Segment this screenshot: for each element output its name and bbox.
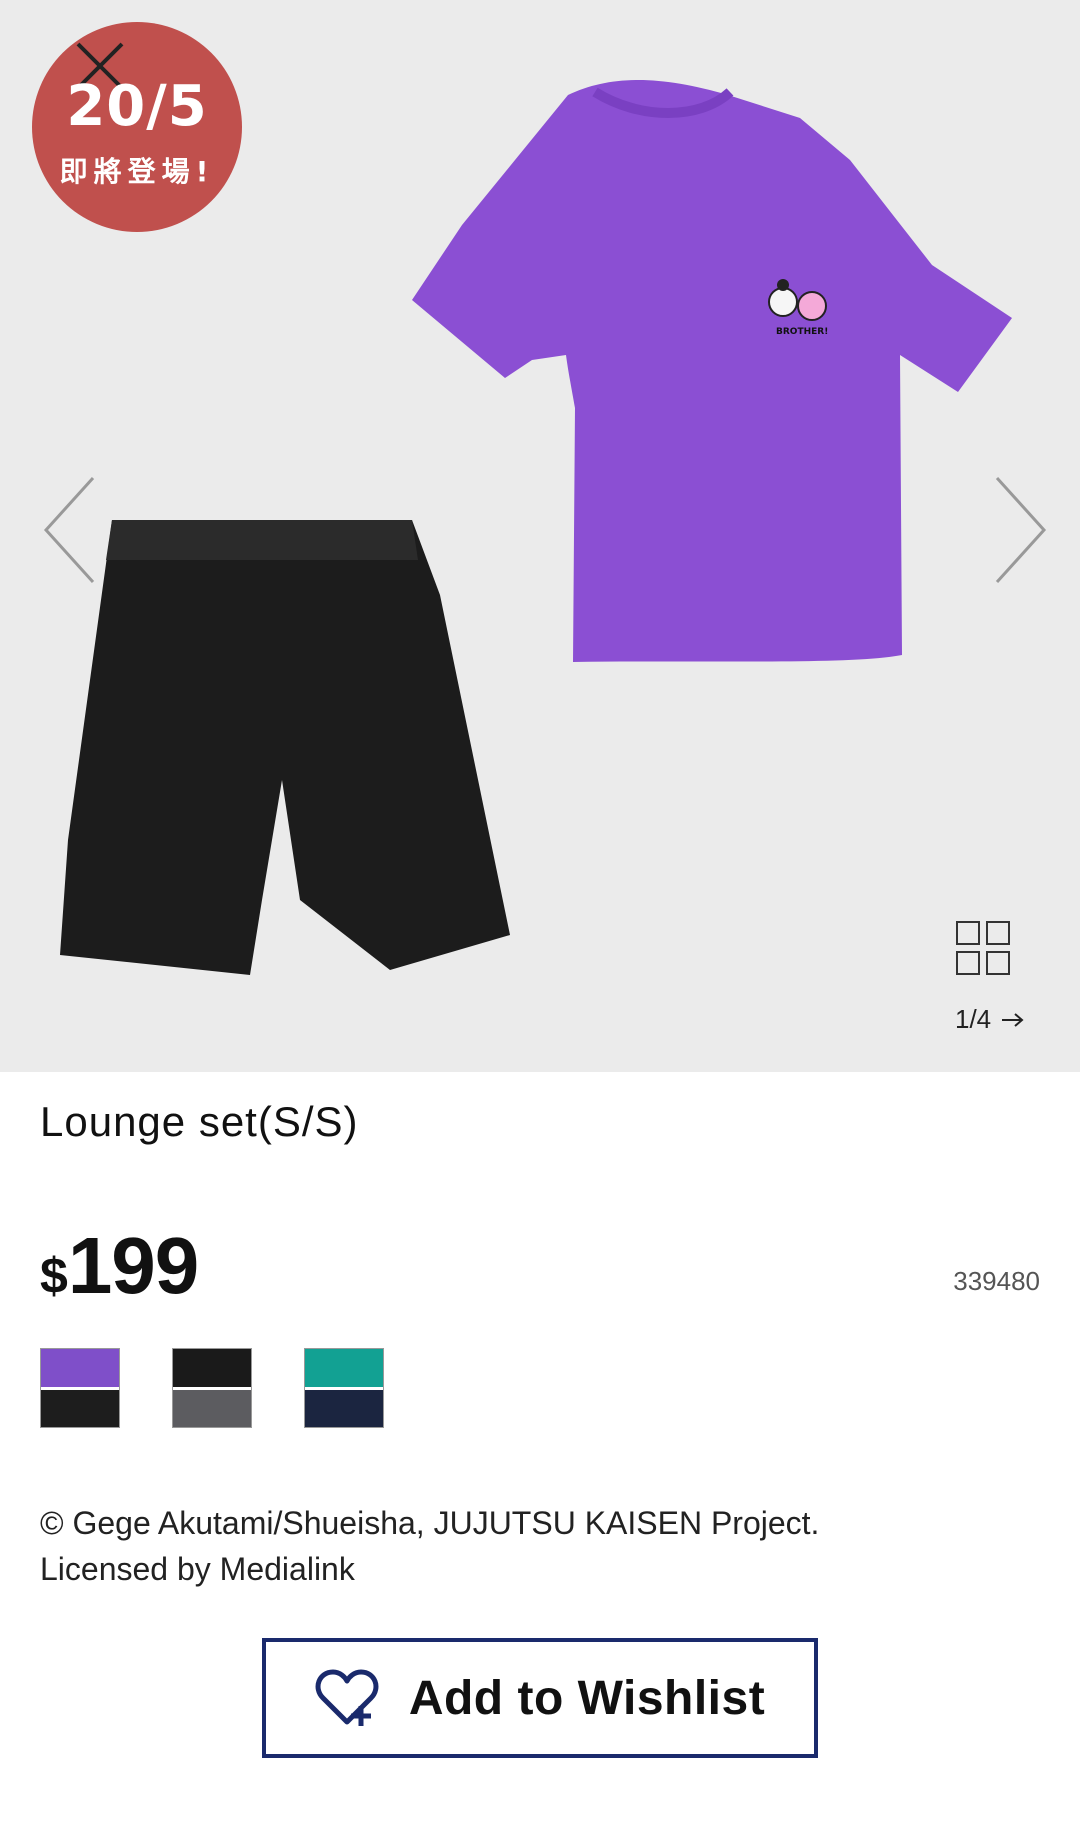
badge-date: 20/5 bbox=[66, 74, 208, 139]
next-image-arrow-icon[interactable] bbox=[982, 470, 1052, 590]
color-swatch-black-gray[interactable] bbox=[172, 1348, 252, 1428]
price-amount: 199 bbox=[67, 1221, 199, 1310]
grid-view-icon[interactable] bbox=[955, 920, 1011, 976]
color-swatches bbox=[40, 1348, 384, 1428]
image-counter-text: 1/4 bbox=[955, 1004, 992, 1034]
shorts-shape bbox=[60, 520, 510, 975]
embroidery-text: BROTHER! bbox=[776, 327, 828, 337]
heart-plus-icon bbox=[315, 1669, 379, 1726]
swatch-top bbox=[173, 1349, 251, 1390]
swatch-top bbox=[305, 1349, 383, 1390]
add-to-wishlist-button[interactable]: Add to Wishlist bbox=[262, 1638, 818, 1758]
color-swatch-teal-navy[interactable] bbox=[304, 1348, 384, 1428]
product-title: Lounge set(S/S) bbox=[40, 1098, 359, 1145]
swatch-bottom bbox=[305, 1389, 383, 1427]
badge-subtitle: 即將登場! bbox=[59, 155, 215, 188]
copyright-notice: © Gege Akutami/Shueisha, JUJUTSU KAISEN … bbox=[40, 1500, 819, 1592]
product-image-gallery[interactable]: BROTHER! 20/5 即將登場! 1/4 bbox=[0, 0, 1080, 1072]
swatch-bottom bbox=[41, 1389, 119, 1427]
arrow-right-icon bbox=[1002, 1012, 1024, 1027]
product-price: $199 bbox=[40, 1220, 199, 1312]
color-swatch-purple-black[interactable] bbox=[40, 1348, 120, 1428]
copyright-line-2: Licensed by Medialink bbox=[40, 1551, 355, 1587]
swatch-bottom bbox=[173, 1389, 251, 1427]
tshirt-shape bbox=[412, 80, 1012, 662]
add-to-wishlist-label: Add to Wishlist bbox=[408, 1671, 766, 1725]
product-sku: 339480 bbox=[953, 1266, 1040, 1296]
shorts-waistband bbox=[106, 520, 418, 560]
price-currency: $ bbox=[40, 1248, 68, 1304]
copyright-line-1: © Gege Akutami/Shueisha, JUJUTSU KAISEN … bbox=[40, 1505, 820, 1541]
coming-soon-badge: 20/5 即將登場! bbox=[32, 22, 242, 232]
swatch-top bbox=[41, 1349, 119, 1390]
previous-image-arrow-icon[interactable] bbox=[38, 470, 108, 590]
image-counter[interactable]: 1/4 bbox=[955, 1004, 1025, 1035]
